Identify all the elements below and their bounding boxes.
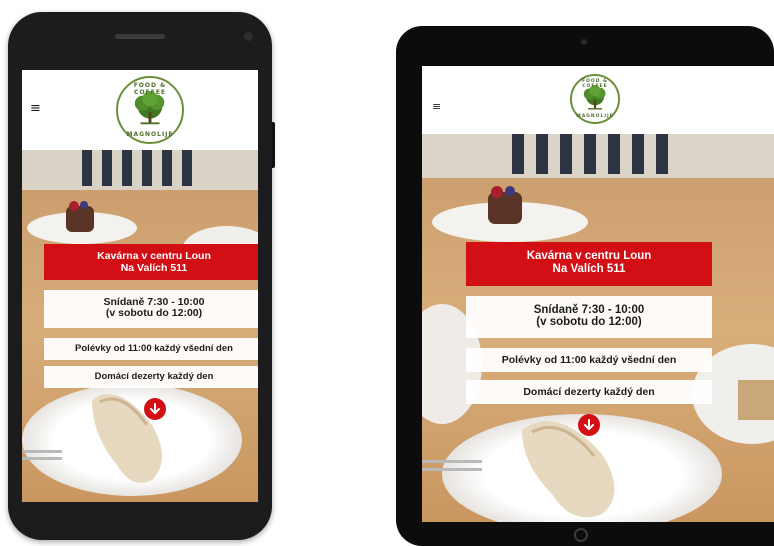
logo-bottom-text: MAGNOLIJE <box>126 131 174 138</box>
breakfast-line-1: Snídaně 7:30 - 10:00 <box>533 304 645 316</box>
phone-screen: ≡ FOOD & COFFEE MAGNOLIJE Kavárna v cent… <box>22 70 258 502</box>
soups-banner: Polévky od 11:00 každý všední den <box>466 348 712 372</box>
headline-line-1: Kavárna v centru Loun <box>526 250 652 262</box>
breakfast-line-2: (v sobotu do 12:00) <box>105 307 203 319</box>
headline-banner: Kavárna v centru Loun Na Valích 511 <box>466 242 712 286</box>
scroll-down-button[interactable] <box>578 414 600 436</box>
logo[interactable]: FOOD & COFFEE MAGNOLIJE <box>570 74 620 124</box>
headline-line-2: Na Valích 511 <box>120 262 188 274</box>
tree-logo-icon <box>134 91 165 125</box>
arrow-down-icon <box>150 403 160 414</box>
arrow-down-icon <box>584 419 594 430</box>
phone-camera <box>244 32 253 41</box>
logo-top-text: FOOD & COFFEE <box>133 82 167 96</box>
hamburger-menu-icon[interactable]: ≡ <box>432 100 441 113</box>
hero-section: Kavárna v centru Loun Na Valích 511 Sníd… <box>22 150 258 502</box>
tablet-home-button <box>574 528 588 542</box>
headline-line-2: Na Valích 511 <box>552 263 626 275</box>
logo-bottom-text: MAGNOLIJE <box>576 114 614 119</box>
tablet-screen: ≡ FOOD & COFFEE MAGNOLIJE Kavárna v cent… <box>422 66 774 522</box>
phone-speaker <box>115 34 165 39</box>
hamburger-menu-icon[interactable]: ≡ <box>30 102 41 115</box>
site-header: ≡ FOOD & COFFEE MAGNOLIJE <box>422 66 774 134</box>
hero-section: Kavárna v centru Loun Na Valích 511 Sníd… <box>422 134 774 522</box>
breakfast-banner: Snídaně 7:30 - 10:00 (v sobotu do 12:00) <box>44 290 258 328</box>
scroll-down-button[interactable] <box>144 398 166 420</box>
desserts-banner: Domácí dezerty každý den <box>466 380 712 404</box>
desserts-banner: Domácí dezerty každý den <box>44 366 258 388</box>
breakfast-line-2: (v sobotu do 12:00) <box>536 316 642 328</box>
logo[interactable]: FOOD & COFFEE MAGNOLIJE <box>116 76 184 144</box>
site-header: ≡ FOOD & COFFEE MAGNOLIJE <box>22 70 258 150</box>
headline-line-1: Kavárna v centru Loun <box>97 250 211 262</box>
tablet-camera <box>581 39 587 45</box>
phone-side-button <box>272 122 275 168</box>
headline-banner: Kavárna v centru Loun Na Valích 511 <box>44 244 258 280</box>
soups-banner: Polévky od 11:00 každý všední den <box>44 338 258 360</box>
tree-logo-icon <box>583 85 606 110</box>
breakfast-banner: Snídaně 7:30 - 10:00 (v sobotu do 12:00) <box>466 296 712 338</box>
tablet-device: ≡ FOOD & COFFEE MAGNOLIJE Kavárna v cent… <box>396 26 774 546</box>
logo-top-text: FOOD & COFFEE <box>582 79 608 89</box>
phone-device: ≡ FOOD & COFFEE MAGNOLIJE Kavárna v cent… <box>8 12 275 540</box>
